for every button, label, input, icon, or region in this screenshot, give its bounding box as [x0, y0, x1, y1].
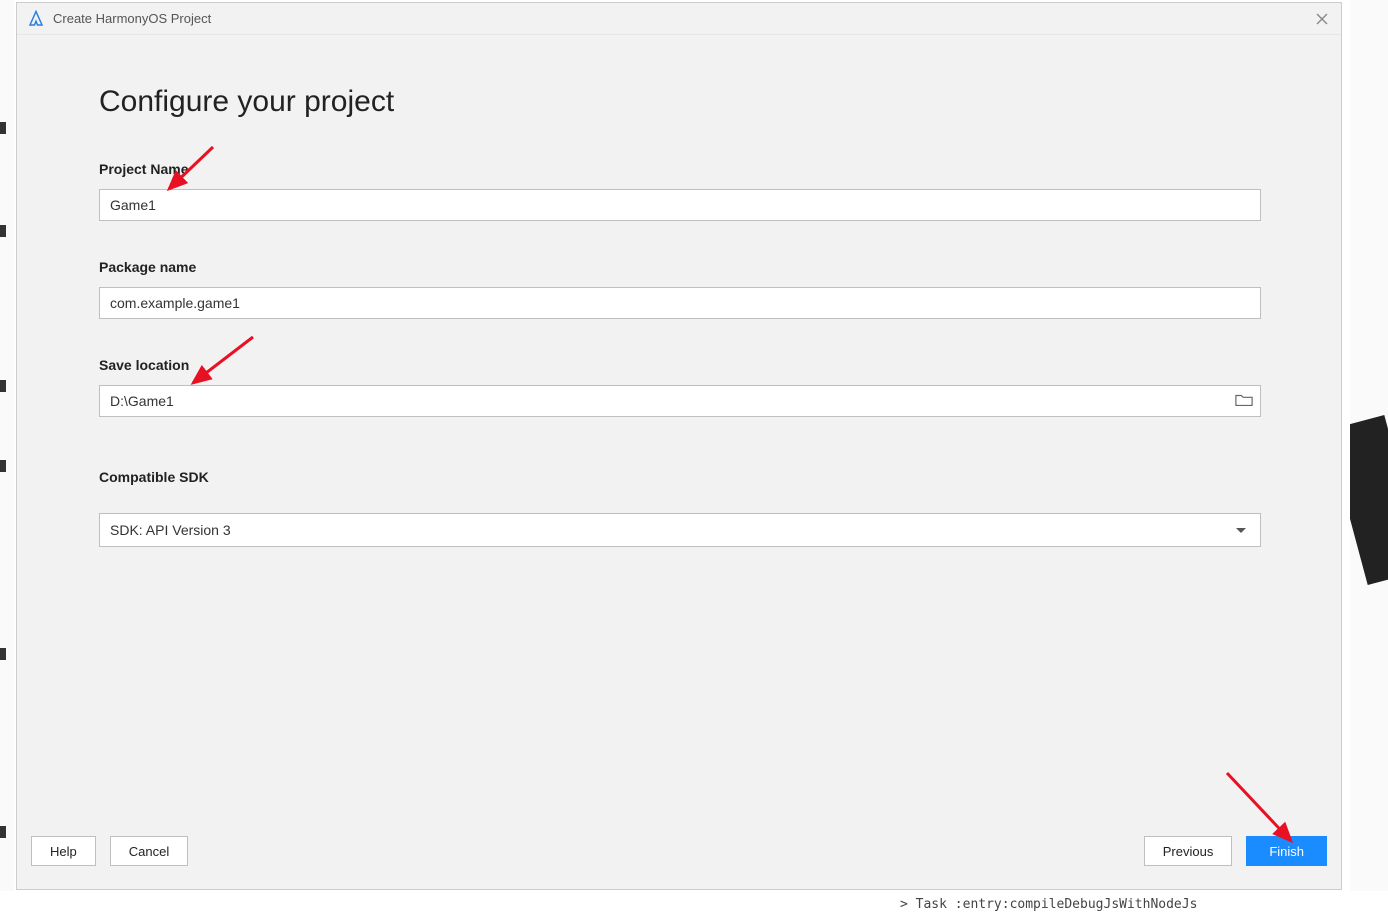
help-button[interactable]: Help	[31, 836, 96, 866]
dialog-footer: Help Cancel Previous Finish	[17, 827, 1341, 889]
project-name-input[interactable]	[99, 189, 1261, 221]
dialog-body: Configure your project Project Name Pack…	[17, 35, 1341, 827]
compatible-sdk-selected-value: SDK: API Version 3	[110, 522, 231, 538]
dialog-title: Create HarmonyOS Project	[53, 11, 211, 26]
field-save-location: Save location	[99, 357, 1261, 417]
package-name-label: Package name	[99, 259, 1261, 275]
finish-button[interactable]: Finish	[1246, 836, 1327, 866]
chevron-down-icon	[1236, 528, 1246, 533]
compatible-sdk-select[interactable]: SDK: API Version 3	[99, 513, 1261, 547]
background-status-line: > Task :entry:compileDebugJsWithNodeJs	[0, 891, 1388, 919]
page-title: Configure your project	[99, 85, 1261, 119]
close-button[interactable]	[1313, 10, 1331, 28]
field-compatible-sdk: Compatible SDK SDK: API Version 3	[99, 469, 1261, 547]
create-project-dialog: Create HarmonyOS Project Configure your …	[16, 2, 1342, 890]
background-left-strip	[0, 0, 14, 919]
package-name-input[interactable]	[99, 287, 1261, 319]
field-package-name: Package name	[99, 259, 1261, 319]
previous-button[interactable]: Previous	[1144, 836, 1233, 866]
browse-folder-icon[interactable]	[1235, 392, 1253, 410]
background-right-strip	[1350, 0, 1388, 919]
save-location-label: Save location	[99, 357, 1261, 373]
dialog-titlebar: Create HarmonyOS Project	[17, 3, 1341, 35]
save-location-input[interactable]	[99, 385, 1261, 417]
field-project-name: Project Name	[99, 161, 1261, 221]
compatible-sdk-label: Compatible SDK	[99, 469, 1261, 485]
cancel-button[interactable]: Cancel	[110, 836, 188, 866]
harmonyos-logo-icon	[27, 10, 45, 28]
project-name-label: Project Name	[99, 161, 1261, 177]
